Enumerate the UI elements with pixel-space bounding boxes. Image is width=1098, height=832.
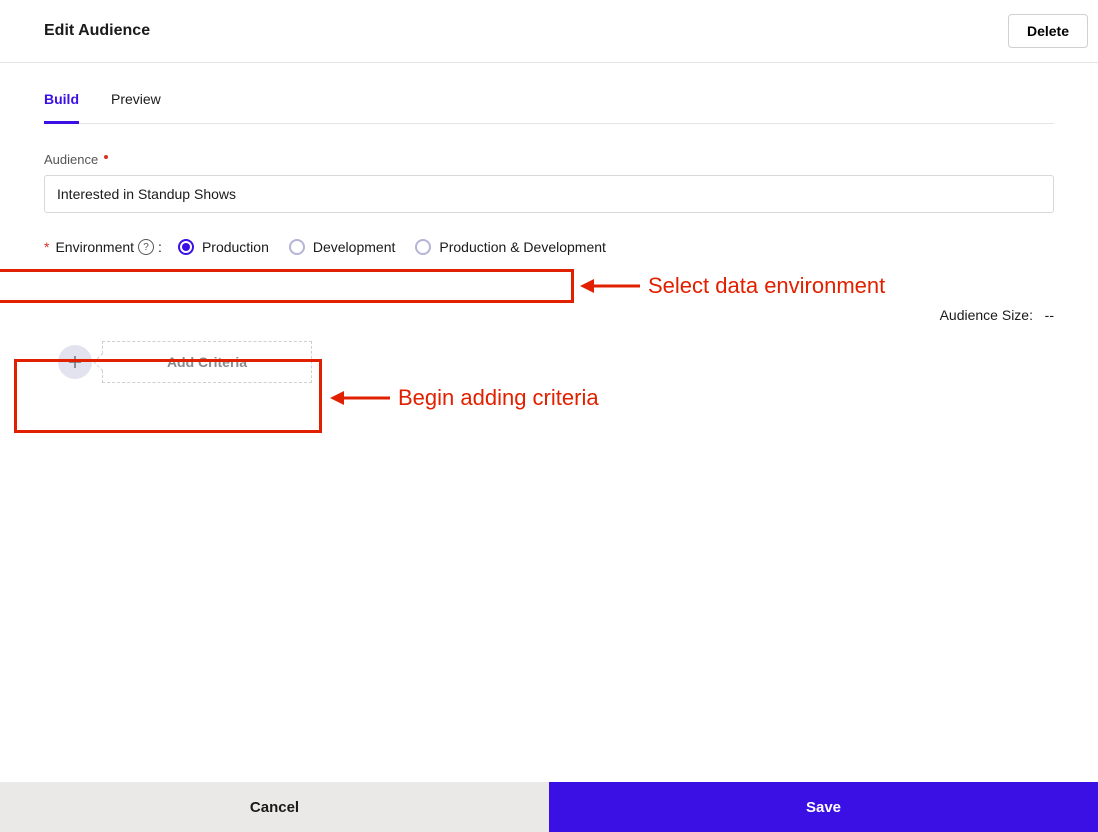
radio-label: Production — [202, 239, 269, 255]
audience-size-row: Audience Size: -- — [44, 307, 1054, 323]
radio-production-development[interactable]: Production & Development — [415, 239, 606, 255]
save-button[interactable]: Save — [549, 782, 1098, 832]
radio-label: Development — [313, 239, 396, 255]
environment-row: * Environment ? : Production Development… — [44, 233, 1054, 261]
audience-size-label: Audience Size: — [940, 307, 1033, 323]
annotation-arrow-criteria: Begin adding criteria — [330, 385, 599, 411]
required-dot-icon — [104, 155, 108, 159]
radio-icon — [415, 239, 431, 255]
criteria-zone: Add Criteria — [44, 333, 1054, 391]
page-header: Edit Audience Delete — [0, 0, 1098, 63]
audience-size-value: -- — [1045, 307, 1054, 323]
add-criteria-button[interactable]: Add Criteria — [102, 341, 312, 383]
annotation-arrow-environment: Select data environment — [580, 273, 885, 299]
tab-preview[interactable]: Preview — [111, 91, 161, 124]
tabs: Build Preview — [44, 91, 1054, 124]
required-asterisk-icon: * — [44, 239, 49, 255]
audience-label-row: Audience — [44, 152, 1054, 167]
annotation-box-environment — [0, 269, 574, 303]
annotation-text-environment: Select data environment — [648, 273, 885, 299]
page-title: Edit Audience — [44, 22, 150, 40]
environment-label: * Environment ? : — [44, 239, 162, 255]
tab-build[interactable]: Build — [44, 91, 79, 124]
add-criteria-plus-button[interactable] — [58, 345, 92, 379]
radio-production[interactable]: Production — [178, 239, 269, 255]
radio-label: Production & Development — [439, 239, 606, 255]
radio-icon — [289, 239, 305, 255]
plus-icon — [67, 354, 83, 370]
environment-label-text: Environment — [55, 239, 134, 255]
footer-bar: Cancel Save — [0, 782, 1098, 832]
audience-field-block: Audience — [44, 152, 1054, 213]
help-icon[interactable]: ? — [138, 239, 154, 255]
content-area: Build Preview Audience * Environment ? :… — [0, 91, 1098, 391]
environment-colon: : — [158, 239, 162, 255]
cancel-button[interactable]: Cancel — [0, 782, 549, 832]
radio-development[interactable]: Development — [289, 239, 396, 255]
environment-options: Production Development Production & Deve… — [178, 239, 606, 255]
audience-name-input[interactable] — [44, 175, 1054, 213]
audience-label: Audience — [44, 152, 98, 167]
radio-icon — [178, 239, 194, 255]
delete-button[interactable]: Delete — [1008, 14, 1088, 48]
annotation-text-criteria: Begin adding criteria — [398, 385, 599, 411]
